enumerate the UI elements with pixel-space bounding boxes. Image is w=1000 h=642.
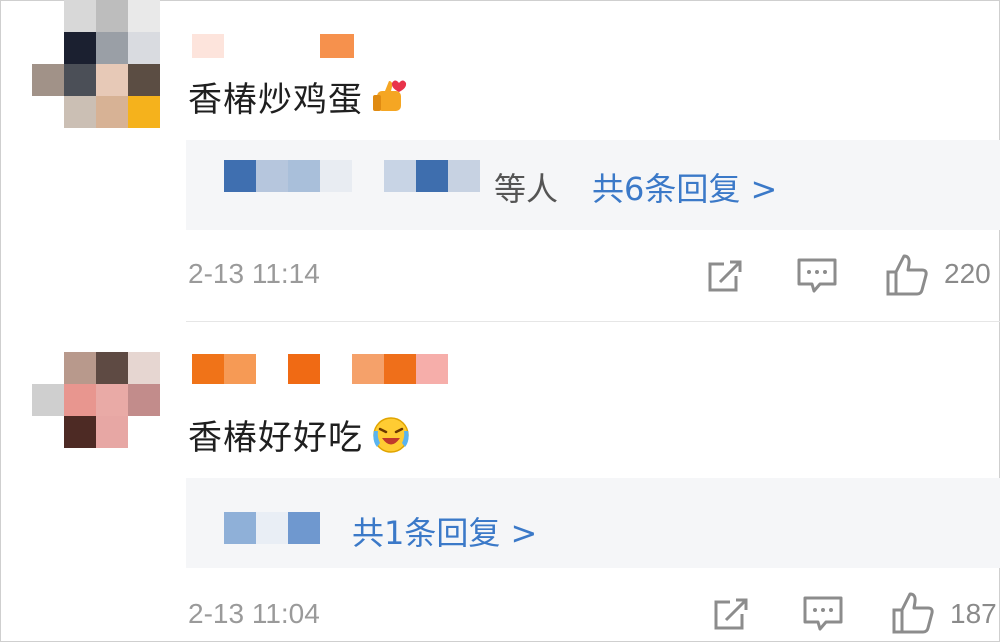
- reply-users-suffix: 等人: [494, 170, 559, 208]
- comment-text: 香椿好好吃: [188, 410, 411, 459]
- avatar[interactable]: [32, 0, 160, 128]
- reply-preview[interactable]: 共1条回复 >: [186, 478, 1000, 568]
- like-count: 187: [950, 598, 997, 629]
- avatar[interactable]: [32, 352, 160, 448]
- timestamp: 2-13 11:14: [188, 258, 320, 289]
- reply-user-avatars: [224, 512, 324, 544]
- reply-user-avatars: [224, 160, 484, 192]
- thumbs-up-heart-emoji: [373, 80, 407, 111]
- reply-count-link[interactable]: 共6条回复 >: [592, 164, 777, 210]
- comment-icon[interactable]: [796, 256, 838, 296]
- reply-preview[interactable]: 等人 共6条回复 >: [186, 140, 1000, 230]
- reply-count-link[interactable]: 共1条回复 >: [352, 508, 537, 554]
- like-icon[interactable]: [884, 252, 930, 298]
- share-icon[interactable]: [712, 594, 752, 634]
- timestamp: 2-13 11:04: [188, 598, 320, 629]
- like-icon[interactable]: [890, 590, 936, 636]
- comment-item: 香椿好好吃 共1条回复 > 2-13 11:04 187: [0, 322, 1000, 642]
- share-icon[interactable]: [706, 256, 746, 296]
- comment-icon[interactable]: [802, 594, 844, 634]
- laughing-crying-emoji: [373, 417, 409, 453]
- comment-item: 香椿炒鸡蛋 等人 共6条回复 > 2-13 11:14 220: [0, 0, 1000, 320]
- like-count: 220: [944, 258, 991, 289]
- username[interactable]: [190, 352, 452, 386]
- comment-text: 香椿炒鸡蛋: [188, 72, 411, 121]
- username[interactable]: [190, 32, 360, 60]
